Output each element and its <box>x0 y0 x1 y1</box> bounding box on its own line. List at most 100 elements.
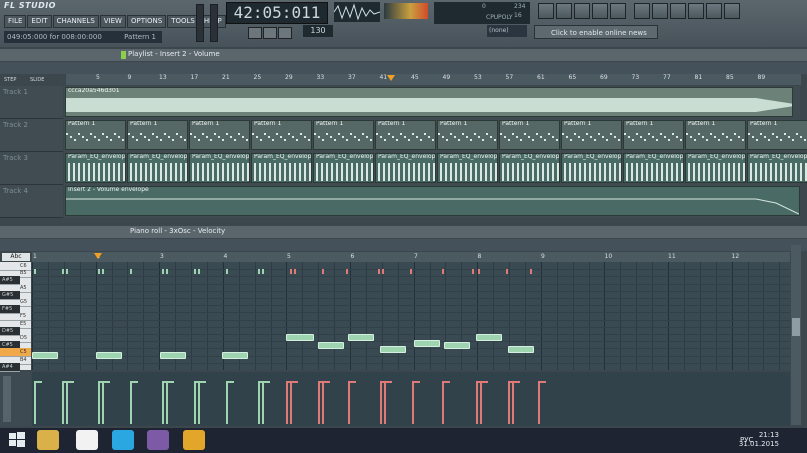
search-icon[interactable] <box>688 3 704 19</box>
envelope-clip[interactable]: Param_EQ_envelope <box>189 153 250 183</box>
playlist-window-icon[interactable] <box>538 3 554 19</box>
velocity-bar[interactable] <box>98 382 100 424</box>
pattern-clip[interactable]: Pattern 1 <box>313 120 374 150</box>
mini-note-selected[interactable] <box>506 269 508 274</box>
note[interactable] <box>508 346 534 353</box>
tempo-display[interactable]: 130 <box>303 25 333 37</box>
velocity-bar[interactable] <box>66 382 68 424</box>
velocity-handle[interactable] <box>290 381 298 383</box>
note[interactable] <box>222 352 248 359</box>
fl-studio-taskbar-icon[interactable] <box>183 430 205 450</box>
velocity-handle[interactable] <box>198 381 206 383</box>
pattern-clip[interactable]: Pattern 1 <box>65 120 126 150</box>
pattern-clip[interactable]: Pattern 1 <box>561 120 622 150</box>
velocity-handle[interactable] <box>480 381 488 383</box>
scrollbar-thumb[interactable] <box>792 318 800 336</box>
menu-view[interactable]: VIEW <box>99 15 126 28</box>
step-sequencer-icon[interactable] <box>556 3 572 19</box>
envelope-clip[interactable]: Param_EQ_envelope <box>623 153 684 183</box>
velocity-handle[interactable] <box>348 381 356 383</box>
menu-file[interactable]: FILE <box>4 15 27 28</box>
file-explorer-icon[interactable] <box>37 430 59 450</box>
velocity-bar[interactable] <box>348 382 350 424</box>
mini-note[interactable] <box>198 269 200 274</box>
mini-note-selected[interactable] <box>530 269 532 274</box>
note[interactable] <box>414 340 440 347</box>
velocity-handle[interactable] <box>262 381 270 383</box>
velocity-bar[interactable] <box>198 382 200 424</box>
note[interactable] <box>96 352 122 359</box>
track-header-4[interactable]: Track 4 <box>0 185 63 218</box>
envelope-clip[interactable]: Param_EQ_envelope <box>685 153 746 183</box>
velocity-handle[interactable] <box>166 381 174 383</box>
envelope-clip[interactable]: Param_EQ_envelope <box>65 153 126 183</box>
track-lane-4[interactable]: Insert 2 - Volume envelope <box>64 185 800 218</box>
mini-note[interactable] <box>194 269 196 274</box>
velocity-bar[interactable] <box>258 382 260 424</box>
preset-selector[interactable]: (none) <box>487 25 527 37</box>
record-button[interactable] <box>278 27 292 39</box>
piano-key[interactable]: A#4 <box>0 362 20 372</box>
pattern-clip[interactable]: Pattern 1 <box>747 120 807 150</box>
velocity-handle[interactable] <box>384 381 392 383</box>
render-icon[interactable] <box>670 3 686 19</box>
mini-note[interactable] <box>258 269 260 274</box>
windows-start-icon[interactable] <box>6 430 28 450</box>
step-label[interactable]: STEP <box>4 77 16 83</box>
key-label-toggle[interactable]: Abc <box>2 253 30 261</box>
menu-edit[interactable]: EDIT <box>27 15 52 28</box>
velocity-bar[interactable] <box>166 382 168 424</box>
automation-clip[interactable]: Insert 2 - Volume envelope <box>65 186 800 216</box>
pattern-clip[interactable]: Pattern 1 <box>623 120 684 150</box>
piano-roll-playhead-icon[interactable] <box>94 253 102 259</box>
mini-note[interactable] <box>62 269 64 274</box>
playlist-arrow-icon[interactable] <box>121 51 126 59</box>
slide-label[interactable]: SLIDE <box>30 77 44 83</box>
mini-note[interactable] <box>102 269 104 274</box>
note[interactable] <box>380 346 406 353</box>
velocity-bar[interactable] <box>508 382 510 424</box>
mini-note[interactable] <box>34 269 36 274</box>
velocity-bar[interactable] <box>380 382 382 424</box>
menu-options[interactable]: OPTIONS <box>126 15 167 28</box>
mini-note[interactable] <box>162 269 164 274</box>
pattern-clip[interactable]: Pattern 1 <box>685 120 746 150</box>
velocity-bar[interactable] <box>480 382 482 424</box>
velocity-bar[interactable] <box>286 382 288 424</box>
velocity-bar[interactable] <box>476 382 478 424</box>
stop-button[interactable] <box>263 27 277 39</box>
track-header-2[interactable]: Track 2 <box>0 119 63 152</box>
velocity-bar[interactable] <box>322 382 324 424</box>
mini-note[interactable] <box>262 269 264 274</box>
velocity-bar[interactable] <box>262 382 264 424</box>
velocity-handle[interactable] <box>226 381 234 383</box>
velocity-handle[interactable] <box>130 381 138 383</box>
velocity-bar[interactable] <box>194 382 196 424</box>
menu-channels[interactable]: CHANNELS <box>52 15 99 28</box>
track-lane-3[interactable]: Param_EQ_envelope Param_EQ_envelope Param_… <box>64 152 807 185</box>
velocity-bar[interactable] <box>512 382 514 424</box>
velocity-bar[interactable] <box>290 382 292 424</box>
mini-note-selected[interactable] <box>478 269 480 274</box>
velocity-bar[interactable] <box>538 382 540 424</box>
mixer-icon[interactable] <box>610 3 626 19</box>
mini-note-selected[interactable] <box>378 269 380 274</box>
piano-roll-icon[interactable] <box>574 3 590 19</box>
velocity-bar[interactable] <box>62 382 64 424</box>
pattern-clip[interactable]: Pattern 1 <box>251 120 312 150</box>
browser-icon[interactable] <box>592 3 608 19</box>
envelope-clip[interactable]: Param_EQ_envelope <box>437 153 498 183</box>
envelope-clip[interactable]: Param_EQ_envelope <box>375 153 436 183</box>
velocity-handle[interactable] <box>66 381 74 383</box>
pattern-clip[interactable]: Pattern 1 <box>127 120 188 150</box>
mini-note-selected[interactable] <box>294 269 296 274</box>
master-volume-slider[interactable] <box>196 4 204 42</box>
track-lane-1[interactable]: ccca20a546d301 <box>64 86 800 119</box>
velocity-handle[interactable] <box>102 381 110 383</box>
mini-note[interactable] <box>226 269 228 274</box>
menu-tools[interactable]: TOOLS <box>167 15 199 28</box>
velocity-handle[interactable] <box>538 381 546 383</box>
pattern-clip[interactable]: Pattern 1 <box>499 120 560 150</box>
playhead-icon[interactable] <box>387 75 395 81</box>
velocity-bar[interactable] <box>412 382 414 424</box>
